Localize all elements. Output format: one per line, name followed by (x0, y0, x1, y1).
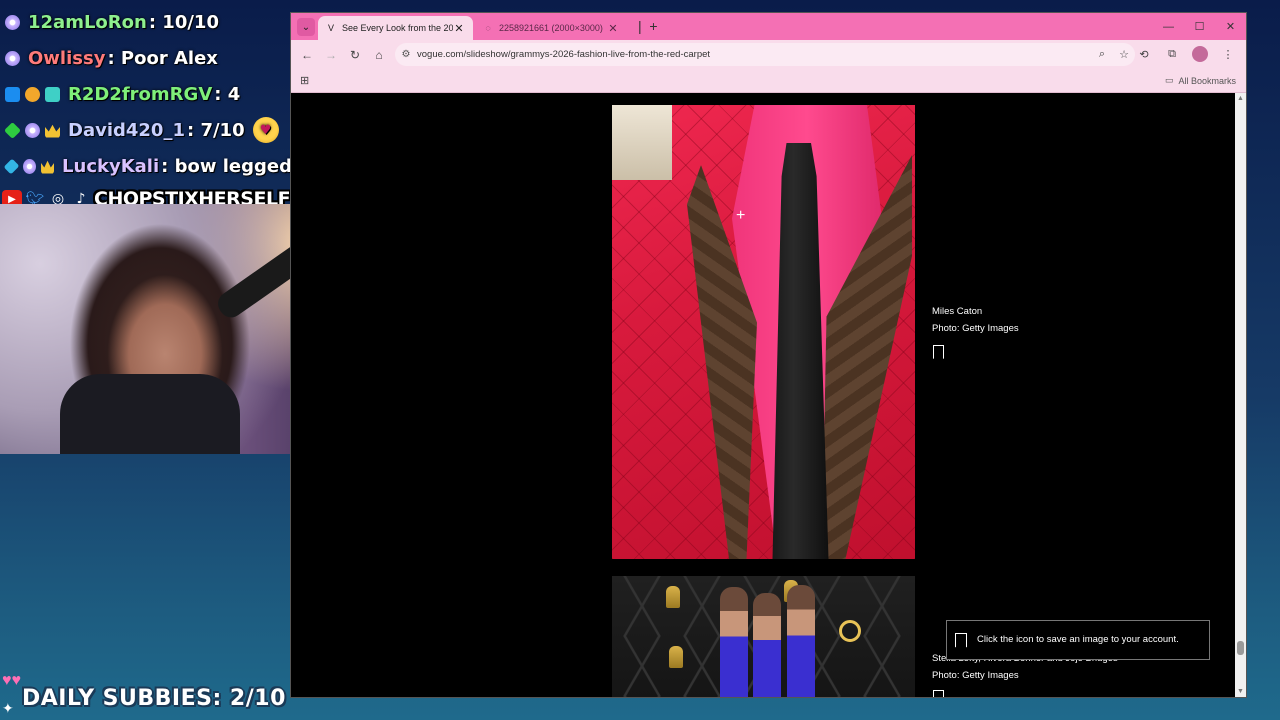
navigation-toolbar: ← → ↻ ⌂ ⚙ vogue.com/slideshow/grammys-20… (291, 40, 1246, 69)
minimize-icon[interactable]: — (1153, 13, 1184, 40)
cbs-logo-icon (839, 620, 861, 642)
wind-badge-icon (45, 86, 60, 102)
person-figure (787, 585, 815, 697)
apps-grid-icon[interactable]: ⊞ (300, 74, 309, 87)
zoom-icon[interactable]: ⌕ (1091, 48, 1113, 61)
toast-text: Click the icon to save an image to your … (977, 634, 1179, 645)
chat-message: R2D2fromRGV : 4 (0, 76, 292, 112)
slideshow-image[interactable] (612, 576, 915, 697)
crown-badge-icon (41, 160, 55, 174)
grammy-trophy-icon (666, 586, 680, 608)
new-tab-icon[interactable]: | + (638, 18, 658, 34)
hoodie (60, 374, 240, 454)
slideshow-image[interactable]: + (612, 105, 915, 559)
tab-image[interactable]: ◌ 2258921661 (2000×3000) ✕ (475, 16, 627, 40)
chat-username: R2D2fromRGV (68, 83, 213, 105)
home-icon[interactable]: ⌂ (367, 43, 391, 67)
sparkle-icon: ✦ (2, 700, 14, 716)
flower-badge-icon (5, 14, 20, 30)
person-figure (753, 593, 781, 697)
chat-username: LuckyKali (62, 155, 160, 177)
chat-text: : bow legged (161, 155, 292, 177)
chat-message: 12amLoRon : 10/10 (0, 4, 292, 40)
vogue-favicon-icon: V (327, 23, 334, 33)
tab-strip: ⌄ V See Every Look from the 2026 G ✕ ◌ 2… (291, 13, 1246, 40)
slide-credit: Photo: Getty Images (932, 670, 1019, 681)
extensions-icon[interactable]: ⧉ (1158, 43, 1186, 66)
maximize-icon[interactable]: ☐ (1184, 13, 1215, 40)
save-tip-toast: Click the icon to save an image to your … (946, 620, 1210, 660)
flower-badge-icon (25, 122, 40, 138)
chat-username: David420_1 (68, 119, 185, 141)
cube-badge-icon (4, 121, 21, 139)
slide-name: Miles Caton (932, 306, 983, 317)
blushing-emote-icon: ♥ (252, 117, 279, 143)
chat-message: Owlissy : Poor Alex (0, 40, 292, 76)
bookmarks-bar: ⊞ ▭ All Bookmarks (291, 69, 1246, 93)
globe-favicon-icon: ◌ (485, 23, 491, 33)
stream-chat: 12amLoRon : 10/10 Owlissy : Poor Alex R2… (0, 4, 292, 184)
folder-icon: ▭ (1164, 75, 1174, 85)
cube-badge-icon (3, 158, 20, 174)
scroll-thumb[interactable] (1237, 641, 1244, 655)
window-controls: — ☐ ✕ (1153, 13, 1246, 40)
page-content: + Miles Caton Photo: Getty Images Stella… (291, 93, 1235, 697)
chat-text: : Poor Alex (107, 47, 218, 69)
all-bookmarks-label: All Bookmarks (1178, 75, 1236, 86)
menu-icon[interactable]: ⋮ (1214, 43, 1242, 66)
flower-badge-icon (5, 50, 20, 66)
forward-icon[interactable]: → (319, 43, 343, 67)
coin-badge-icon (25, 86, 40, 102)
slide-credit: Photo: Getty Images (932, 323, 1019, 334)
browser-window: ⌄ V See Every Look from the 2026 G ✕ ◌ 2… (291, 13, 1246, 697)
site-info-icon[interactable]: ⚙ (395, 49, 417, 60)
close-tab-icon[interactable]: ✕ (453, 22, 465, 35)
bookmark-icon (955, 632, 967, 648)
toolbar-actions: ⟲ ⧉ ⋮ (1130, 43, 1242, 66)
profile-avatar[interactable] (1192, 46, 1208, 62)
scroll-down-icon[interactable]: ▼ (1237, 688, 1244, 695)
chat-username: 12amLoRon (28, 11, 147, 33)
chat-text: : 7/10 (186, 119, 245, 141)
translate-icon[interactable]: ⟲ (1130, 43, 1158, 66)
hearts-icon: ♥♥ (2, 672, 21, 689)
crown-badge-icon (45, 124, 60, 138)
flower-badge-icon (23, 158, 37, 174)
crosshair-cursor-icon: + (736, 207, 746, 224)
chat-message: David420_1 : 7/10 ♥ (0, 112, 292, 148)
scroll-up-icon[interactable]: ▲ (1237, 95, 1244, 102)
chat-text: : 4 (214, 83, 241, 105)
tab-title: See Every Look from the 2026 G (342, 23, 453, 33)
chat-message: LuckyKali : bow legged (0, 148, 292, 184)
all-bookmarks[interactable]: ▭ All Bookmarks (1165, 75, 1236, 86)
close-tab-icon[interactable]: ✕ (607, 22, 619, 35)
photo-background (612, 105, 672, 180)
tab-search-icon[interactable]: ⌄ (297, 18, 315, 36)
person-figure (720, 587, 748, 697)
chat-text: : 10/10 (148, 11, 219, 33)
grammy-trophy-icon (669, 646, 683, 668)
back-icon[interactable]: ← (295, 43, 319, 67)
chat-username: Owlissy (28, 47, 106, 69)
address-bar[interactable]: ⚙ vogue.com/slideshow/grammys-2026-fashi… (395, 43, 1135, 66)
tab-title: 2258921661 (2000×3000) (499, 23, 603, 33)
vertical-scrollbar[interactable]: ▲ ▼ (1235, 93, 1246, 697)
tab-vogue[interactable]: V See Every Look from the 2026 G ✕ (318, 16, 473, 40)
save-bookmark-icon[interactable] (933, 690, 944, 697)
close-window-icon[interactable]: ✕ (1215, 13, 1246, 40)
daily-subbies-counter: DAILY SUBBIES: 2/10 (22, 686, 286, 711)
url-text: vogue.com/slideshow/grammys-2026-fashion… (417, 49, 711, 60)
prime-badge-icon (5, 86, 20, 102)
save-bookmark-icon[interactable] (933, 345, 944, 359)
reload-icon[interactable]: ↻ (343, 43, 367, 67)
